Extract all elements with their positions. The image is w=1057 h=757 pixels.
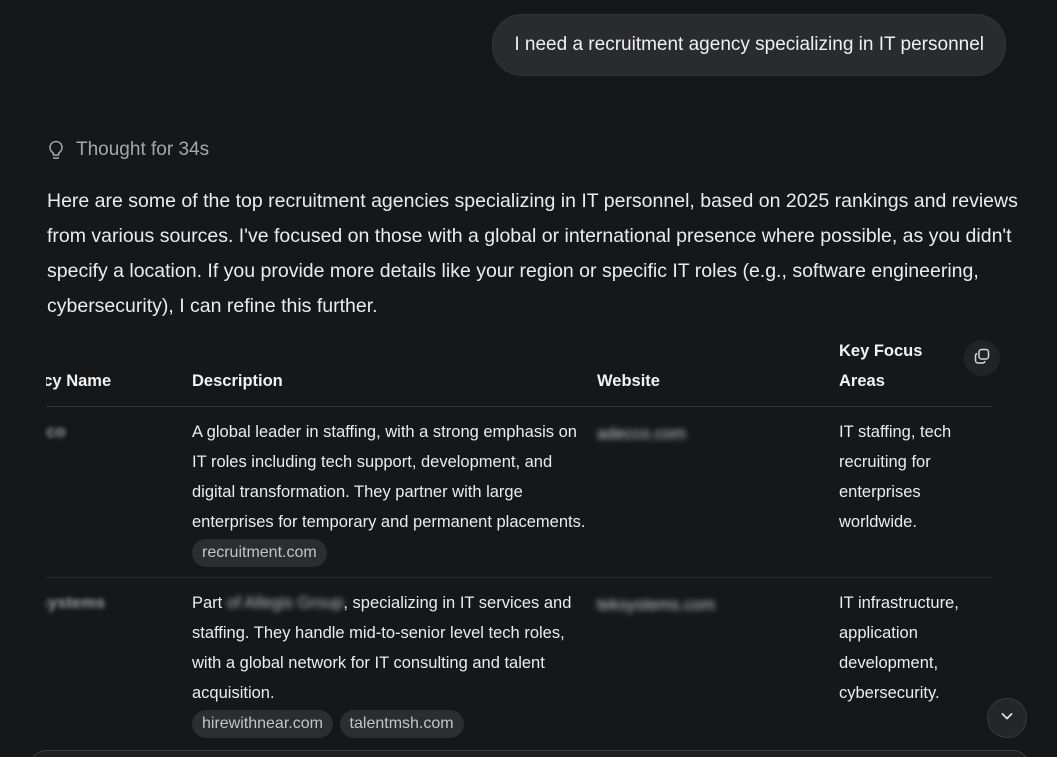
copy-table-button[interactable] (964, 340, 1000, 376)
website-cell[interactable]: adecco.com (597, 419, 737, 449)
thought-label: Thought for 34s (76, 139, 210, 160)
header-description: Description (192, 372, 283, 390)
description-text: A global leader in staffing, with a stro… (192, 423, 586, 531)
header-key-focus-areas: Key Focus Areas (839, 342, 923, 390)
header-website: Website (597, 372, 660, 390)
agency-name-cell: Xsystems (46, 594, 106, 612)
user-message-text: I need a recruitment agency specializing… (514, 34, 984, 55)
focus-cell: IT staffing, tech recruiting for enterpr… (839, 423, 952, 531)
source-chip[interactable]: talentmsh.com (339, 710, 464, 738)
user-message-bubble: I need a recruitment agency specializing… (492, 14, 1006, 76)
table-header: ency Name Description Website Key Focus … (46, 335, 1000, 407)
chevron-down-icon (999, 708, 1015, 729)
chat-page: I need a recruitment agency specializing… (0, 0, 1057, 757)
agency-name-cell: ecco (46, 423, 66, 441)
header-agency-name: ency Name (46, 372, 112, 390)
copy-icon (973, 347, 991, 370)
agency-table: ency Name Description Website Key Focus … (46, 335, 1000, 748)
table-row: ecco A global leader in staffing, with a… (46, 407, 993, 578)
lightbulb-icon (46, 139, 66, 161)
source-chip[interactable]: recruitment.com (192, 539, 327, 567)
table-row: Xsystems Part of Allegis Group, speciali… (46, 578, 993, 748)
source-chip[interactable]: hirewithnear.com (192, 710, 333, 738)
description-cell: Part of Allegis Group, specializing in I… (192, 588, 587, 738)
description-prefix: Part (192, 594, 223, 612)
focus-cell: IT infrastructure, application developme… (839, 594, 959, 702)
website-cell[interactable]: teksystems.com (597, 590, 737, 620)
description-cell: A global leader in staffing, with a stro… (192, 417, 587, 567)
message-composer[interactable] (30, 750, 1029, 757)
redacted-text: of Allegis Group (226, 594, 344, 612)
scroll-down-button[interactable] (987, 698, 1027, 738)
thought-toggle[interactable]: Thought for 34s (46, 139, 209, 161)
assistant-answer: Here are some of the top recruitment age… (47, 184, 1022, 324)
answer-intro: Here are some of the top recruitment age… (47, 190, 1018, 317)
